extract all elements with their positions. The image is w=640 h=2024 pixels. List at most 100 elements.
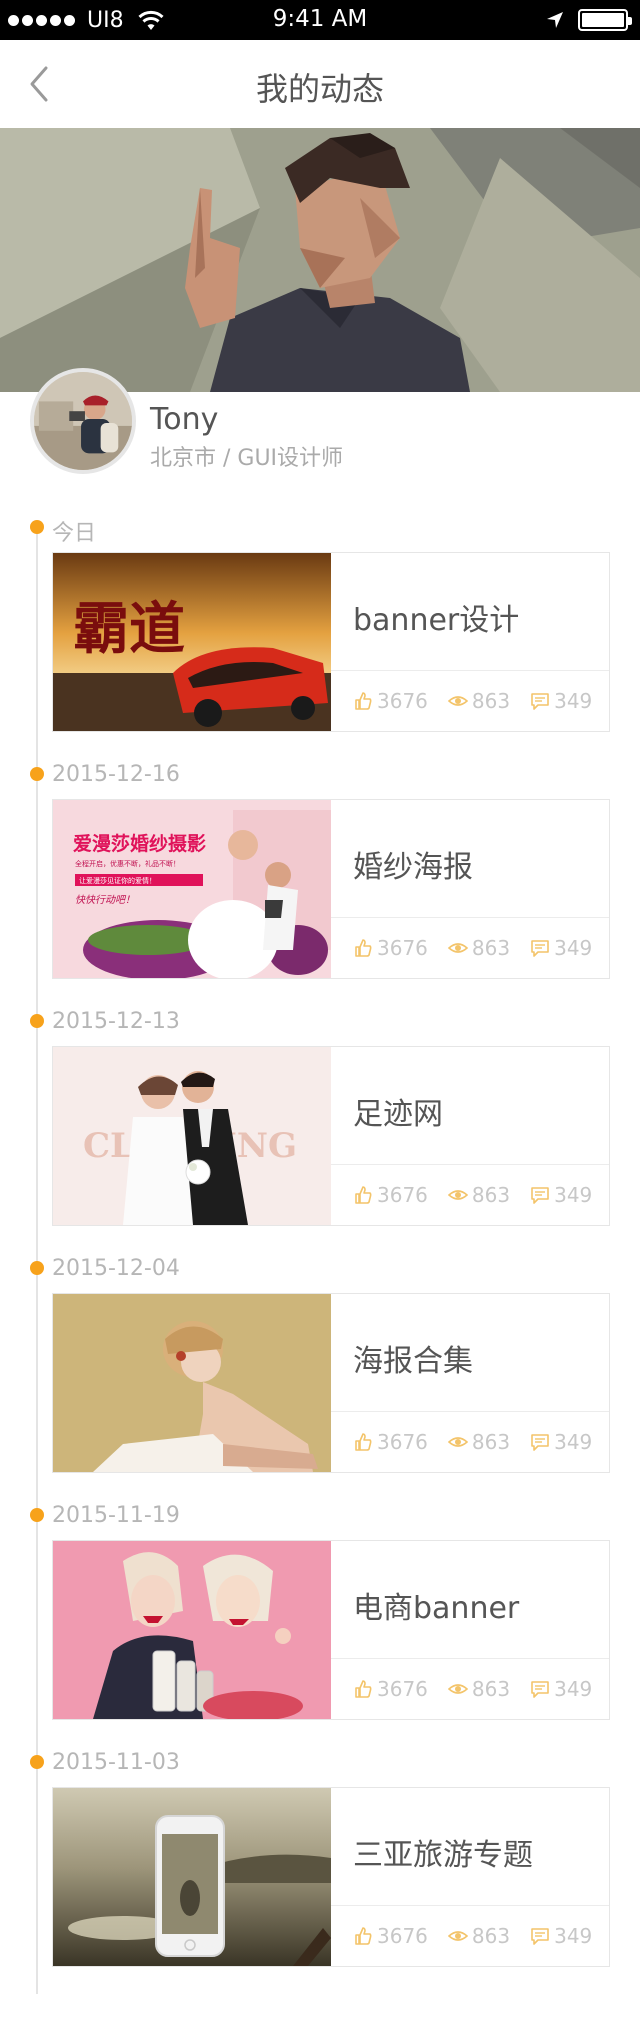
eye-icon [447, 696, 468, 706]
page-title: 我的动态 [255, 70, 384, 108]
thumbs-up-icon [355, 692, 372, 710]
thumbs-up-icon [355, 1680, 372, 1698]
post-date: 2015-11-03 [52, 1750, 180, 1775]
post-thumbnail [53, 1541, 331, 1719]
post-thumbnail: 霸道 [53, 553, 331, 731]
comment-count: 349 [554, 1430, 593, 1454]
post-title: banner设计 [353, 603, 520, 638]
post-date: 2015-11-19 [52, 1503, 180, 1528]
like-stat[interactable]: 3676 [353, 1677, 428, 1701]
post-stats: 3676 863 349 [353, 689, 592, 713]
comment-stat[interactable]: 349 [530, 1924, 592, 1948]
post-stats: 3676 863 349 [353, 1924, 592, 1948]
nav-bar: 我的动态 [0, 40, 640, 128]
post-stats: 3676 863 349 [353, 1430, 592, 1454]
thumbs-up-icon [355, 1927, 372, 1945]
eye-icon [447, 1190, 468, 1200]
timeline-dot [30, 520, 44, 534]
like-stat[interactable]: 3676 [353, 1430, 428, 1454]
card-divider [331, 670, 609, 671]
comment-stat[interactable]: 349 [530, 1677, 592, 1701]
post-title: 足迹网 [353, 1097, 443, 1132]
post-stats: 3676 863 349 [353, 1677, 592, 1701]
like-count: 3676 [377, 936, 428, 960]
profile-cover-banner [0, 128, 640, 392]
profile-name: Tony [150, 402, 219, 437]
post-thumbnail: 爱漫莎婚纱摄影 全程开启，优惠不断，礼品不断！ 让爱漫莎见证你的爱情！ 快快行动… [53, 800, 331, 978]
status-time: 9:41 AM [272, 6, 368, 32]
post-card[interactable]: 电商banner 3676 863 349 [52, 1540, 610, 1720]
like-count: 3676 [377, 1924, 428, 1948]
view-count: 863 [471, 936, 511, 960]
comment-stat[interactable]: 349 [530, 1430, 592, 1454]
comment-icon [531, 693, 549, 710]
view-stat: 863 [447, 1677, 511, 1701]
view-count: 863 [471, 689, 511, 713]
card-divider [331, 1905, 609, 1906]
post-title: 海报合集 [353, 1344, 473, 1379]
eye-icon [447, 1684, 468, 1694]
timeline-dot [30, 1014, 44, 1028]
avatar-photo [34, 372, 132, 470]
post-title: 电商banner [353, 1591, 520, 1626]
post-card[interactable]: 三亚旅游专题 3676 863 349 [52, 1787, 610, 1967]
thumbs-up-icon [355, 1186, 372, 1204]
post-thumbnail [53, 1294, 331, 1472]
like-stat[interactable]: 3676 [353, 936, 428, 960]
timeline-dot [30, 1755, 44, 1769]
post-title: 婚纱海报 [353, 850, 473, 885]
post-card[interactable]: CLOTHING 足迹网 3676 863 349 [52, 1046, 610, 1226]
like-count: 3676 [377, 1677, 428, 1701]
view-count: 863 [471, 1430, 511, 1454]
post-date: 2015-12-13 [52, 1009, 180, 1034]
location-arrow-icon [547, 12, 563, 28]
svg-text:爱漫莎婚纱摄影: 爱漫莎婚纱摄影 [73, 832, 206, 855]
svg-text:全程开启，优惠不断，礼品不断！: 全程开启，优惠不断，礼品不断！ [75, 859, 180, 868]
like-stat[interactable]: 3676 [353, 689, 428, 713]
timeline-dot [30, 1261, 44, 1275]
comment-icon [531, 1681, 549, 1698]
like-stat[interactable]: 3676 [353, 1183, 428, 1207]
status-right [546, 9, 632, 31]
post-thumbnail [53, 1788, 331, 1966]
comment-count: 349 [554, 689, 593, 713]
post-card[interactable]: 海报合集 3676 863 349 [52, 1293, 610, 1473]
view-stat: 863 [447, 689, 511, 713]
comment-stat[interactable]: 349 [530, 936, 592, 960]
post-date: 2015-12-16 [52, 762, 180, 787]
view-stat: 863 [447, 1183, 511, 1207]
comment-count: 349 [554, 1183, 593, 1207]
view-stat: 863 [447, 1924, 511, 1948]
comment-count: 349 [554, 1677, 593, 1701]
view-stat: 863 [447, 936, 511, 960]
view-count: 863 [471, 1924, 511, 1948]
profile-subtitle: 北京市 / GUI设计师 [150, 446, 344, 471]
comment-stat[interactable]: 349 [530, 1183, 592, 1207]
card-divider [331, 917, 609, 918]
like-count: 3676 [377, 689, 428, 713]
comment-icon [531, 1187, 549, 1204]
post-card[interactable]: 爱漫莎婚纱摄影 全程开启，优惠不断，礼品不断！ 让爱漫莎见证你的爱情！ 快快行动… [52, 799, 610, 979]
post-stats: 3676 863 349 [353, 1183, 592, 1207]
view-count: 863 [471, 1677, 511, 1701]
svg-text:让爱漫莎见证你的爱情！: 让爱漫莎见证你的爱情！ [79, 876, 156, 885]
battery-icon [578, 9, 632, 31]
view-count: 863 [471, 1183, 511, 1207]
thumbs-up-icon [355, 1433, 372, 1451]
post-title: 三亚旅游专题 [353, 1838, 533, 1873]
view-stat: 863 [447, 1430, 511, 1454]
like-stat[interactable]: 3676 [353, 1924, 428, 1948]
avatar[interactable] [30, 368, 136, 474]
comment-icon [531, 940, 549, 957]
svg-text:霸道: 霸道 [73, 596, 185, 662]
post-thumbnail: CLOTHING [53, 1047, 331, 1225]
post-card[interactable]: 霸道 banner设计 3676 863 349 [52, 552, 610, 732]
timeline-dot [30, 1508, 44, 1522]
eye-icon [447, 943, 468, 953]
post-date: 2015-12-04 [52, 1256, 180, 1281]
like-count: 3676 [377, 1430, 428, 1454]
comment-stat[interactable]: 349 [530, 689, 592, 713]
comment-count: 349 [554, 936, 593, 960]
like-count: 3676 [377, 1183, 428, 1207]
svg-text:快快行动吧！: 快快行动吧！ [75, 894, 135, 906]
